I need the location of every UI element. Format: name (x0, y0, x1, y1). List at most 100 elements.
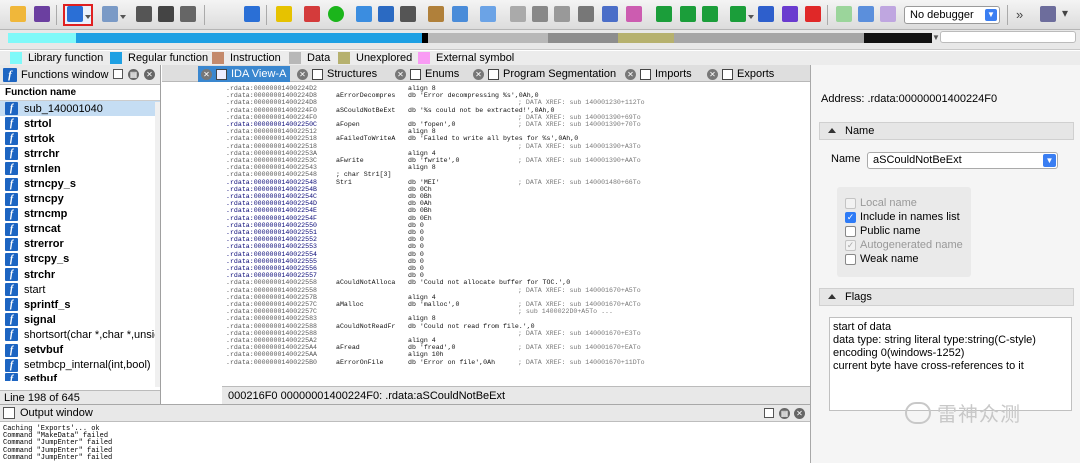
tab-close-icon[interactable]: ✕ (473, 68, 484, 80)
tab-imports[interactable]: ✕ Imports (622, 66, 700, 82)
functions-scrollbar[interactable] (155, 102, 160, 387)
disasm-line[interactable]: .rdata:000000014002254C db 0Bh (226, 193, 518, 200)
function-row[interactable]: f setvbuf (0, 343, 160, 358)
disasm-line[interactable]: .rdata:000000014002257C ; sub 1400022D0+A… (226, 308, 613, 315)
debugger-select[interactable]: No debugger ▼ (904, 6, 1000, 24)
tab-exports[interactable]: ✕ Exports (704, 66, 782, 82)
tab-close-icon[interactable]: ✕ (395, 68, 406, 80)
autogenerated-name-checkbox[interactable]: ✓ Autogenerated name (845, 239, 963, 251)
add-breakpoint-icon[interactable] (656, 6, 672, 22)
disasm-line[interactable]: .rdata:00000001400225B0 aErrorOnFile db 'E… (226, 359, 645, 366)
disasm-line[interactable]: .rdata:0000000140022548 ; char Str1[3] (226, 171, 518, 178)
function-row[interactable]: f strtok (0, 131, 160, 146)
disasm-line[interactable]: .rdata:0000000140022554 db 0 (226, 251, 518, 258)
detach-icon[interactable]: ▦ (779, 408, 790, 419)
disasm-line[interactable]: .rdata:0000000140022555 db 0 (226, 258, 518, 265)
disasm-line[interactable]: .rdata:00000001400225AA align 10h (226, 351, 518, 358)
overflow-menu-icon[interactable]: ▾ (1062, 6, 1068, 20)
disasm-line[interactable]: .rdata:00000001400224D8 aErrorDecompres db… (226, 92, 539, 99)
function-row[interactable]: f strncpy (0, 192, 160, 207)
star-icon[interactable] (758, 6, 774, 22)
jump-down-icon[interactable] (244, 6, 260, 22)
grid-icon[interactable] (452, 6, 468, 22)
tab-structures[interactable]: ✕ Structures (294, 66, 386, 82)
more-icon[interactable]: » (1016, 7, 1023, 22)
disasm-line[interactable]: .rdata:0000000140022518 aFailedToWriteA db… (226, 135, 578, 142)
open-folder-icon[interactable] (10, 6, 26, 22)
chart-icon[interactable] (602, 6, 618, 22)
nav-dropdown[interactable] (940, 31, 1076, 43)
back-arrow-icon[interactable] (67, 6, 91, 22)
disasm-line[interactable]: .rdata:0000000140022550 db 0 (226, 222, 518, 229)
name-section-header[interactable]: Name (819, 122, 1074, 140)
forward-arrow-icon[interactable] (102, 6, 126, 22)
function-row[interactable]: f strcpy_s (0, 252, 160, 267)
function-row[interactable]: f strtol (0, 116, 160, 131)
function-row[interactable]: f setbuf (0, 372, 160, 381)
graph-icon[interactable] (480, 6, 496, 22)
disasm-line[interactable]: .rdata:0000000140022558 aCouldNotAlloca db… (226, 279, 570, 286)
disasm-line[interactable]: .rdata:0000000140022588 ; DATA XREF: sub … (226, 330, 641, 337)
disasm-line[interactable]: .rdata:00000001400224D8 ; DATA XREF: sub … (226, 99, 645, 106)
tab-close-icon[interactable]: ✕ (625, 68, 636, 80)
disasm-line[interactable]: .rdata:0000000140022557 db 0 (226, 272, 518, 279)
add-icon[interactable] (680, 6, 696, 22)
tab-close-icon[interactable]: ✕ (707, 68, 718, 80)
text-icon[interactable] (180, 6, 196, 22)
restore-icon[interactable] (764, 408, 774, 418)
disasm-line[interactable]: .rdata:0000000140022518 ; DATA XREF: sub … (226, 143, 641, 150)
function-row[interactable]: f strrchr (0, 146, 160, 161)
printer-icon[interactable] (578, 6, 594, 22)
disasm-line[interactable]: .rdata:000000014002250C aFopen db 'fopen',… (226, 121, 641, 128)
disasm-line[interactable]: .rdata:0000000140022583 align 8 (226, 315, 518, 322)
window-icon[interactable] (356, 6, 372, 22)
disasm-line[interactable]: .rdata:0000000140022543 align 8 (226, 164, 518, 171)
disasm-line[interactable]: .rdata:000000014002257B align 4 (226, 294, 518, 301)
green-circle-icon[interactable] (328, 6, 344, 22)
xref-icon[interactable] (532, 6, 548, 22)
nav-scroll-arrow-icon[interactable]: ▼ (932, 33, 940, 42)
settings-icon[interactable] (1040, 6, 1056, 22)
function-row[interactable]: f strncmp (0, 207, 160, 222)
name-combobox[interactable]: aSCouldNotBeExt ▼ (867, 152, 1058, 169)
public-name-checkbox[interactable]: Public name (845, 225, 921, 237)
tab-enums[interactable]: ✕ Enums (392, 66, 466, 82)
disasm-line[interactable]: .rdata:0000000140022558 ; DATA XREF: sub … (226, 287, 641, 294)
ida-disassembly-view[interactable]: .rdata:00000001400224D2 align 8 .rdata:000… (162, 82, 810, 386)
flags-section-header[interactable]: Flags (819, 288, 1074, 306)
bug-icon[interactable] (428, 6, 444, 22)
tab-close-icon[interactable]: ✕ (201, 68, 212, 80)
disasm-line[interactable]: .rdata:000000014002254D db 0Ah (226, 200, 518, 207)
function-row[interactable]: f sprintf_s (0, 297, 160, 312)
disasm-line[interactable]: .rdata:00000001400224F0 ; DATA XREF: sub … (226, 114, 641, 121)
restore-icon[interactable] (113, 69, 123, 79)
function-row[interactable]: f strnlen (0, 161, 160, 176)
segments-icon[interactable] (378, 6, 394, 22)
disasm-line[interactable]: .rdata:0000000140022588 aCouldNotReadFr db… (226, 323, 535, 330)
add-alt-icon[interactable] (702, 6, 718, 22)
disasm-line[interactable]: .rdata:0000000140022556 db 0 (226, 265, 518, 272)
disasm-line[interactable]: .rdata:000000014002253C aFwrite db 'fwrite… (226, 157, 641, 164)
palette-icon[interactable] (626, 6, 642, 22)
disasm-line[interactable]: .rdata:0000000140022553 db 0 (226, 243, 518, 250)
weak-name-checkbox[interactable]: Weak name (845, 253, 919, 265)
disasm-line[interactable]: .rdata:000000014002254E db 0Bh (226, 207, 518, 214)
edit-icon[interactable] (782, 6, 798, 22)
detach-icon[interactable]: ▦ (128, 69, 139, 80)
disasm-line[interactable]: .rdata:00000001400225A4 aFread db 'fread',… (226, 344, 641, 351)
save-icon[interactable] (34, 6, 50, 22)
function-row[interactable]: f strncpy_s (0, 176, 160, 191)
binary-icon[interactable] (136, 6, 152, 22)
hex-icon[interactable] (158, 6, 174, 22)
pencil-icon[interactable] (276, 6, 292, 22)
tab-program-segmentation[interactable]: ✕ Program Segmentation (470, 66, 618, 82)
add-menu-icon[interactable] (730, 6, 754, 22)
function-name-column-header[interactable]: Function name (0, 85, 160, 101)
tab-close-icon[interactable]: ✕ (297, 68, 308, 80)
zoom-icon[interactable] (510, 6, 526, 22)
local-name-checkbox[interactable]: Local name (845, 197, 917, 209)
struct-icon[interactable] (400, 6, 416, 22)
car-icon[interactable] (554, 6, 570, 22)
tab-ida-view-a[interactable]: ✕ IDA View-A (198, 66, 290, 82)
disasm-line[interactable]: .rdata:000000014002254B db 0Ch (226, 186, 518, 193)
